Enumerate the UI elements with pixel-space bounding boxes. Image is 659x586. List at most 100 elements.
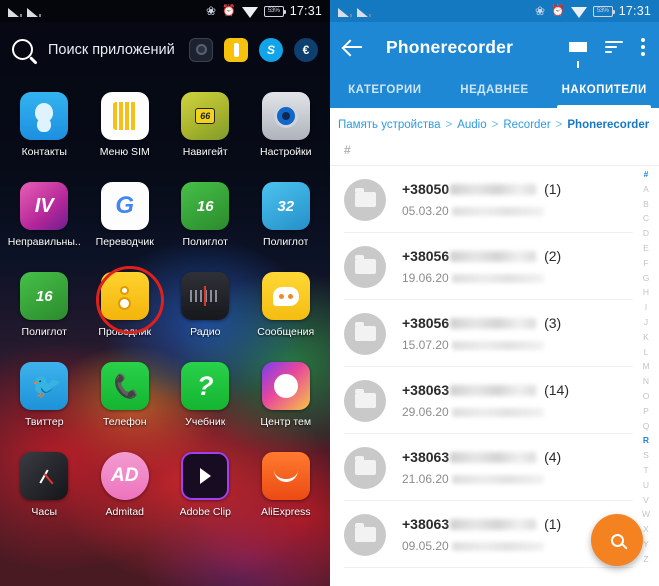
sort-icon[interactable] bbox=[605, 41, 623, 54]
alpha-index-letter[interactable]: V bbox=[643, 493, 649, 508]
alpha-index-letter[interactable]: O bbox=[643, 389, 650, 404]
tab-2[interactable]: НАКОПИТЕЛИ bbox=[549, 84, 659, 96]
camera-app-icon[interactable] bbox=[189, 37, 213, 62]
alpha-index-letter[interactable]: H bbox=[643, 285, 649, 300]
alpha-index-letter[interactable]: Q bbox=[643, 419, 650, 434]
breadcrumb: Память устройства > Audio > Recorder > Phonere… bbox=[330, 108, 659, 139]
app-tile-textbook[interactable]: ? Учебник bbox=[165, 355, 246, 445]
overflow-menu-icon[interactable] bbox=[641, 38, 645, 56]
search-fab-button[interactable] bbox=[591, 514, 643, 566]
contacts-icon[interactable] bbox=[20, 92, 69, 140]
wifi-icon bbox=[241, 6, 258, 18]
theme-center-icon[interactable] bbox=[261, 362, 310, 410]
app-tile-translate[interactable]: G Переводчик bbox=[85, 175, 166, 265]
alpha-index-letter[interactable]: A bbox=[643, 182, 649, 197]
alpha-index-letter[interactable]: # bbox=[644, 167, 649, 182]
navigate-icon[interactable]: 66 bbox=[181, 92, 230, 140]
back-arrow-icon[interactable] bbox=[340, 34, 366, 60]
app-tile-messages[interactable]: Сообщения bbox=[246, 265, 327, 355]
alpha-index-letter[interactable]: C bbox=[643, 211, 649, 226]
alpha-index-letter[interactable]: P bbox=[643, 404, 649, 419]
app-tile-polyglot-32[interactable]: 32 Полиглот bbox=[246, 175, 327, 265]
twitter-icon[interactable]: 🐦 bbox=[20, 362, 69, 410]
file-row[interactable]: +38056 (3) 15.07.20 bbox=[330, 300, 659, 367]
quick-apps-group: S € bbox=[189, 37, 318, 62]
app-search-bar[interactable]: Поиск приложений S € bbox=[0, 22, 330, 77]
alpha-index-letter[interactable]: M bbox=[642, 359, 649, 374]
app-tile-settings[interactable]: Настройки bbox=[246, 85, 327, 175]
app-tile-sim-menu[interactable]: Меню SIM bbox=[85, 85, 166, 175]
aliexpress-icon[interactable] bbox=[261, 452, 310, 500]
alpha-index-letter[interactable]: J bbox=[644, 315, 648, 330]
irregular-verbs-icon[interactable]: IV bbox=[20, 182, 69, 230]
polyglot-16b-icon[interactable]: 16 bbox=[20, 272, 69, 320]
alpha-index-letter[interactable]: B bbox=[643, 197, 649, 212]
file-date: 29.06.20 bbox=[402, 405, 449, 419]
app-tile-aliexpress[interactable]: AliExpress bbox=[246, 445, 327, 535]
file-row[interactable]: +38063 (14) 29.06.20 bbox=[330, 367, 659, 434]
app-tile-radio[interactable]: Радио bbox=[165, 265, 246, 355]
file-row[interactable]: +38063 (4) 21.06.20 bbox=[330, 434, 659, 501]
alpha-index-letter[interactable]: U bbox=[643, 478, 649, 493]
appbar-actions bbox=[569, 38, 649, 68]
app-tile-admitad[interactable]: AD Admitad bbox=[85, 445, 166, 535]
app-tile-polyglot-16[interactable]: 16 Полиглот bbox=[165, 175, 246, 265]
file-row[interactable]: +38050 (1) 05.03.20 bbox=[330, 166, 659, 233]
alpha-index-letter[interactable]: T bbox=[643, 463, 648, 478]
search-input[interactable]: Поиск приложений bbox=[48, 42, 175, 58]
alpha-index-letter[interactable]: N bbox=[643, 374, 649, 389]
sim-menu-icon[interactable] bbox=[100, 92, 149, 140]
alpha-index-letter[interactable]: I bbox=[645, 300, 647, 315]
tab-1[interactable]: НЕДАВНЕЕ bbox=[440, 84, 550, 96]
file-explorer-icon[interactable] bbox=[100, 272, 149, 320]
app-tile-theme-center[interactable]: Центр тем bbox=[246, 355, 327, 445]
app-tile-phone[interactable]: 📞 Телефон bbox=[85, 355, 166, 445]
alpha-index-letter[interactable]: D bbox=[643, 226, 649, 241]
app-tile-irregular-verbs[interactable]: IV Неправильны.. bbox=[4, 175, 85, 265]
app-tile-polyglot-16b[interactable]: 16 Полиглот bbox=[4, 265, 85, 355]
yellow-app-icon[interactable] bbox=[224, 37, 248, 62]
app-tile-clock[interactable]: Часы bbox=[4, 445, 85, 535]
status-icons-group: ❀ ⏰ 53% 17:31 bbox=[206, 4, 322, 18]
alpha-index-letter[interactable]: Y bbox=[643, 537, 649, 552]
breadcrumb-item-1[interactable]: Audio bbox=[457, 119, 486, 131]
breadcrumb-item-3[interactable]: Phonerecorder bbox=[567, 119, 649, 131]
app-tile-twitter[interactable]: 🐦 Твиттер bbox=[4, 355, 85, 445]
skype-app-icon[interactable]: S bbox=[259, 37, 283, 62]
app-tile-file-explorer[interactable]: Проводник bbox=[85, 265, 166, 355]
radio-icon[interactable] bbox=[181, 272, 230, 320]
alpha-index-letter[interactable]: F bbox=[643, 256, 648, 271]
alpha-index-letter[interactable]: G bbox=[643, 271, 650, 286]
phone-icon[interactable]: 📞 bbox=[100, 362, 149, 410]
filter-icon[interactable] bbox=[569, 42, 587, 68]
euro-app-icon[interactable]: € bbox=[294, 37, 318, 62]
polyglot-16-icon[interactable]: 16 bbox=[181, 182, 230, 230]
alpha-index-letter[interactable]: L bbox=[644, 345, 649, 360]
alpha-index-letter[interactable]: Z bbox=[643, 552, 648, 567]
app-tile-navigate[interactable]: 66 Навигейт bbox=[165, 85, 246, 175]
app-tile-adobe-clip[interactable]: Adobe Clip bbox=[165, 445, 246, 535]
alpha-index-letter[interactable]: S bbox=[643, 448, 649, 463]
translate-icon[interactable]: G bbox=[100, 182, 149, 230]
settings-icon[interactable] bbox=[261, 92, 310, 140]
adobe-clip-icon[interactable] bbox=[181, 452, 230, 500]
app-tile-contacts[interactable]: Контакты bbox=[4, 85, 85, 175]
folder-icon bbox=[344, 446, 386, 489]
clock-icon[interactable] bbox=[20, 452, 69, 500]
tab-0[interactable]: КАТЕГОРИИ bbox=[330, 84, 440, 96]
search-icon[interactable] bbox=[12, 39, 33, 60]
alpha-index-letter[interactable]: X bbox=[643, 522, 649, 537]
breadcrumb-item-2[interactable]: Recorder bbox=[503, 119, 550, 131]
alpha-index-letter[interactable]: W bbox=[642, 507, 650, 522]
breadcrumb-item-0[interactable]: Память устройства bbox=[338, 119, 441, 131]
messages-icon[interactable] bbox=[261, 272, 310, 320]
admitad-icon[interactable]: AD bbox=[100, 452, 149, 500]
alpha-index-letter[interactable]: E bbox=[643, 241, 649, 256]
alpha-index-letter[interactable]: R bbox=[643, 433, 649, 448]
file-row[interactable]: +38056 (2) 19.06.20 bbox=[330, 233, 659, 300]
file-meta: +38063 (14) 29.06.20 bbox=[402, 382, 629, 419]
redacted-name bbox=[450, 317, 537, 329]
polyglot-32-icon[interactable]: 32 bbox=[261, 182, 310, 230]
alpha-index-letter[interactable]: K bbox=[643, 330, 649, 345]
textbook-icon[interactable]: ? bbox=[181, 362, 230, 410]
